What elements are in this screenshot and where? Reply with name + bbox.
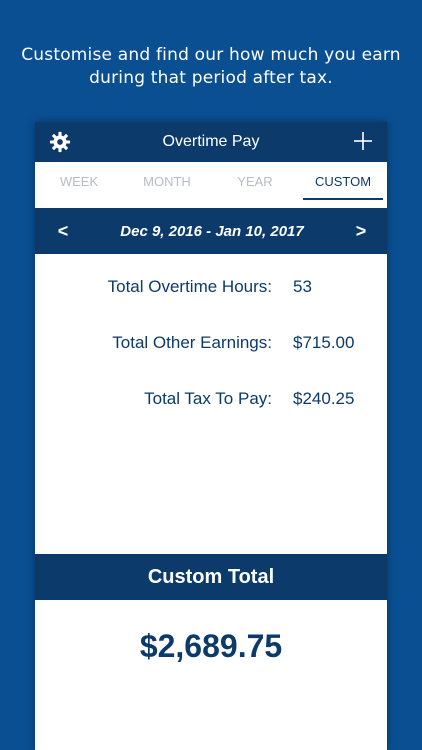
plus-icon[interactable] xyxy=(353,131,373,151)
date-range-bar: < Dec 9, 2016 - Jan 10, 2017 > xyxy=(35,208,387,254)
nav-bar: Overtime Pay xyxy=(35,122,387,162)
page-title: Overtime Pay xyxy=(162,133,260,150)
stat-value: 53 xyxy=(293,277,312,296)
stat-label: Total Tax To Pay: xyxy=(144,389,272,408)
date-range-label[interactable]: Dec 9, 2016 - Jan 10, 2017 xyxy=(120,223,303,240)
stat-value: $715.00 xyxy=(293,333,355,352)
stats-panel: Total Overtime Hours: 53 Total Other Ear… xyxy=(35,254,387,554)
tab-custom[interactable]: CUSTOM xyxy=(299,162,387,208)
tab-week[interactable]: WEEK xyxy=(35,162,123,208)
stat-value: $240.25 xyxy=(293,389,355,408)
promo-caption: Customise and find our how much you earn… xyxy=(0,44,422,90)
tab-month[interactable]: MONTH xyxy=(123,162,211,208)
total-amount: $2,689.75 xyxy=(139,628,283,664)
stat-row: Total Overtime Hours: 53 xyxy=(35,277,387,301)
stat-row: Total Other Earnings: $715.00 xyxy=(35,333,387,357)
period-tabs: WEEK MONTH YEAR CUSTOM xyxy=(35,162,387,208)
caption-line-2: during that period after tax. xyxy=(89,68,333,88)
app-screen: Overtime Pay WEEK MONTH YEAR CUSTOM < De… xyxy=(35,122,387,750)
stat-row: Total Tax To Pay: $240.25 xyxy=(35,389,387,413)
stat-label: Total Other Earnings: xyxy=(112,333,272,352)
tab-year[interactable]: YEAR xyxy=(211,162,299,208)
caption-line-1: Customise and find our how much you earn xyxy=(21,45,401,65)
gear-icon[interactable] xyxy=(49,131,71,153)
total-header: Custom Total xyxy=(35,554,387,600)
prev-period-button[interactable]: < xyxy=(53,221,73,242)
next-period-button[interactable]: > xyxy=(351,221,371,242)
stat-label: Total Overtime Hours: xyxy=(107,277,272,296)
